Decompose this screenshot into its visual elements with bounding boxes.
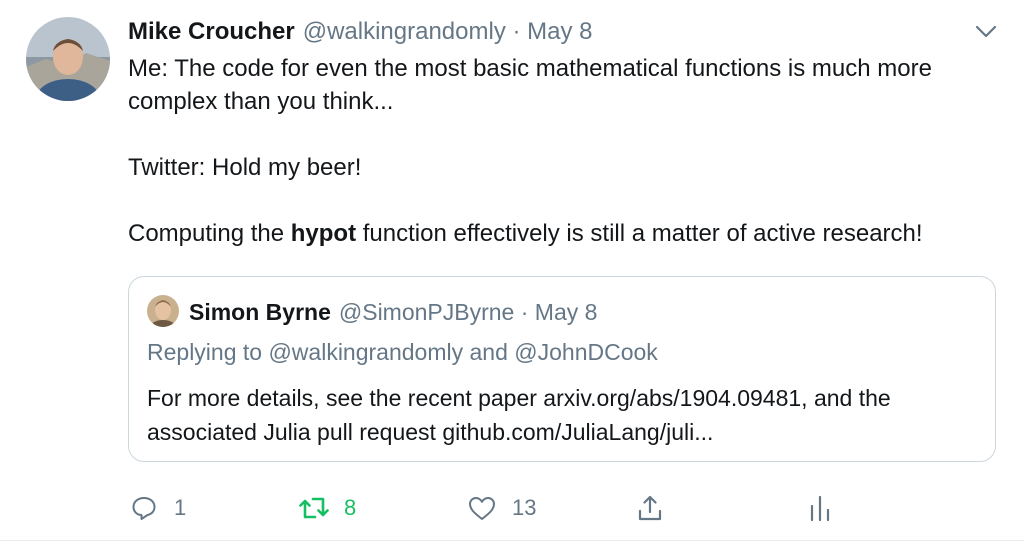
tweet-line-3-start: Computing the [128,220,291,247]
retweet-icon [298,492,330,524]
reply-count: 1 [174,495,187,520]
like-count: 13 [512,495,537,520]
retweet-count: 8 [344,495,357,520]
quoted-handle-time: @SimonPJByrne · May 8 [338,298,598,325]
quoted-header: Simon Byrne @SimonPJByrne · May 8 [189,297,597,327]
tweet-bold-word: hypot [290,220,357,247]
share-button[interactable] [634,490,666,526]
like-button[interactable]: 13 [466,490,536,526]
author-name[interactable]: Mike Croucher [128,18,295,46]
quoted-text: For more details, see the recent paper a… [147,385,891,445]
tweet-line-3-end: function effectively is still a matter o… [356,220,923,247]
quoted-tweet[interactable]: Simon Byrne @SimonPJByrne · May 8 Replyi… [128,276,996,462]
divider [0,540,1024,541]
tweet-header: Mike Croucher @walkingrandomly · May 8 [128,16,593,48]
like-icon [466,492,498,524]
reply-button[interactable]: 1 [128,490,186,526]
replying-to: Replying to @walkingrandomly and @JohnDC… [147,339,658,365]
reply-icon [128,492,160,524]
quoted-author-name: Simon Byrne [189,298,331,325]
quoted-avatar [147,295,179,327]
share-icon [634,492,666,524]
author-handle-time[interactable]: @walkingrandomly · May 8 [303,18,593,46]
tweet: Mike Croucher @walkingrandomly · May 8 M… [0,0,1024,553]
tweet-actions: 1 8 13 [128,490,1008,526]
avatar[interactable] [26,17,110,101]
tweet-line-3: Computing the hypot function effectively… [128,217,1008,250]
tweet-text: Me: The code for even the most basic mat… [128,52,1008,250]
chevron-down-icon[interactable] [972,20,1000,44]
tweet-line-1: Me: The code for even the most basic mat… [128,55,932,115]
tweet-line-2: Twitter: Hold my beer! [128,154,362,181]
analytics-icon [804,492,836,524]
retweet-button[interactable]: 8 [298,490,356,526]
analytics-button[interactable] [804,490,836,526]
